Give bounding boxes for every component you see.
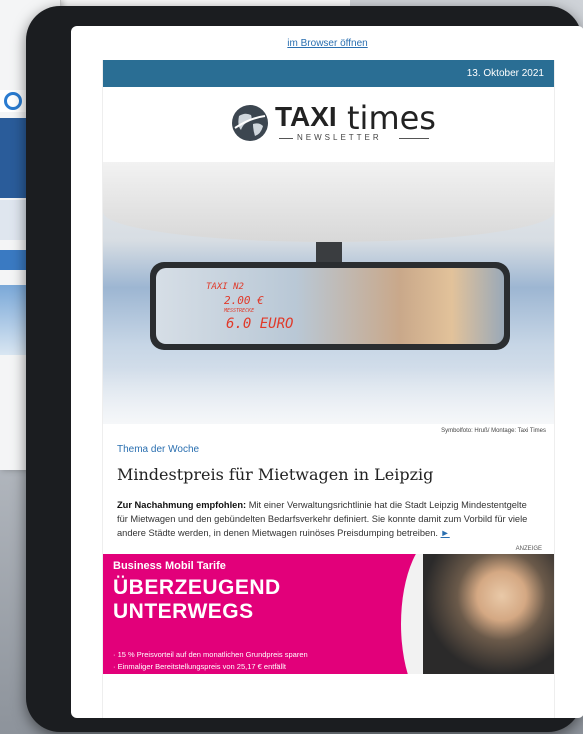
meter-line-1: TAXI N2 xyxy=(206,282,244,292)
newsletter-content: 13. Oktober 2021 TAXI times NEWSLETTER T… xyxy=(102,60,555,718)
article-teaser: Zur Nachahmung empfohlen: Mit einer Verw… xyxy=(103,498,554,540)
meter-line-3: MESSTRECKE xyxy=(224,308,255,314)
image-caption: Symbolfoto: Hruß/ Montage: Taxi Times xyxy=(441,428,546,434)
tablet-screen: im Browser öffnen 13. Oktober 2021 TAXI … xyxy=(71,26,583,718)
logo-taxi-text: TAXI xyxy=(275,101,337,132)
logo-newsletter-text: NEWSLETTER xyxy=(297,133,382,142)
ad-headline-1: ÜBERZEUGEND xyxy=(113,576,281,599)
car-roof xyxy=(103,162,554,242)
globe-icon xyxy=(232,105,268,141)
newsletter-date: 13. Oktober 2021 xyxy=(466,68,544,79)
hero-sky xyxy=(103,367,554,424)
open-in-browser-link[interactable]: im Browser öffnen xyxy=(71,38,583,49)
logo-line-left xyxy=(279,138,293,139)
rearview-mirror: TAXI N2 2.00 € MESSTRECKE 6.0 EURO xyxy=(150,262,510,350)
taxi-times-logo[interactable]: TAXI times NEWSLETTER xyxy=(103,87,554,162)
article-headline[interactable]: Mindestpreis für Mietwagen in Leipzig xyxy=(103,465,554,484)
bg-logo-icon xyxy=(4,92,22,110)
teaser-bold-lead: Zur Nachahmung empfohlen: xyxy=(117,500,247,510)
ad-small-title: Business Mobil Tarife xyxy=(113,560,226,572)
ad-bullet-2: · Einmaliger Bereitstellungspreis von 25… xyxy=(113,662,287,671)
hero-image[interactable]: TAXI N2 2.00 € MESSTRECKE 6.0 EURO xyxy=(103,162,554,424)
meter-line-2: 2.00 € xyxy=(224,294,264,307)
mirror-mount xyxy=(316,242,342,264)
section-kicker: Thema der Woche xyxy=(117,444,200,455)
mirror-glass: TAXI N2 2.00 € MESSTRECKE 6.0 EURO xyxy=(156,268,504,344)
ad-headline-2: UNTERWEGS xyxy=(113,600,254,623)
meter-line-4: 6.0 EURO xyxy=(226,316,294,332)
date-bar: 13. Oktober 2021 xyxy=(103,60,554,87)
ad-banner[interactable]: Business Mobil Tarife ÜBERZEUGEND UNTERW… xyxy=(103,554,554,674)
ad-bullet-1: · 15 % Preisvorteil auf den monatlichen … xyxy=(113,650,308,659)
read-more-arrow-icon[interactable]: ► xyxy=(441,528,450,538)
ad-photo xyxy=(423,554,554,674)
logo-line-right xyxy=(399,138,429,139)
tablet-frame: im Browser öffnen 13. Oktober 2021 TAXI … xyxy=(26,6,583,732)
ad-label: ANZEIGE xyxy=(515,546,542,552)
logo-times-text: times xyxy=(347,99,436,137)
